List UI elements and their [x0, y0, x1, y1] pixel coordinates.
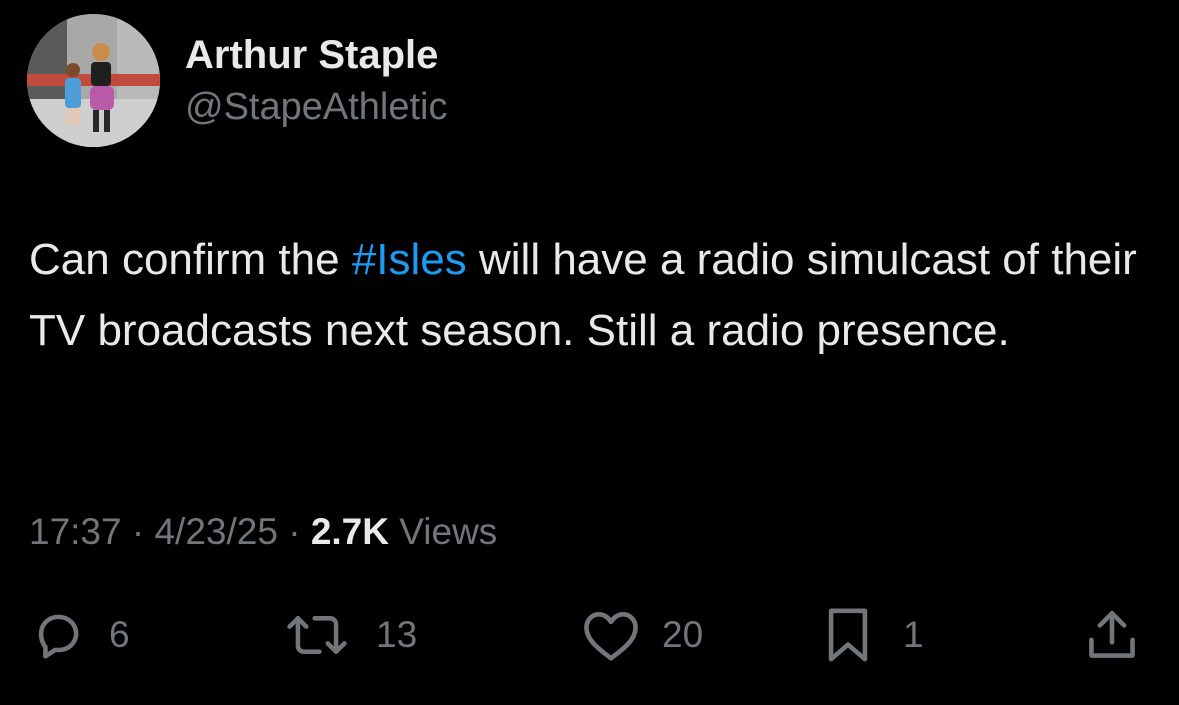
reply-icon [38, 614, 79, 659]
retweet-icon [287, 616, 347, 654]
views-count: 2.7K [310, 511, 389, 552]
bookmark-count: 1 [903, 614, 924, 655]
meta-separator: · [121, 511, 155, 552]
tweet: Arthur Staple @StapeAthletic Can confirm… [0, 0, 1179, 705]
handle[interactable]: @StapeAthletic [185, 84, 448, 130]
views-label: Views [388, 511, 498, 552]
like-count: 20 [662, 614, 704, 655]
share-icon [1089, 610, 1135, 658]
tweet-text: Can confirm the #Isles will have a radio… [29, 224, 1159, 366]
bookmark-icon [828, 608, 868, 662]
meta-separator: · [277, 511, 311, 552]
tweet-time[interactable]: 17:37 [29, 511, 122, 552]
like-button[interactable]: 20 [580, 605, 703, 665]
author-block: Arthur Staple @StapeAthletic [185, 32, 448, 130]
reply-count: 6 [109, 614, 130, 655]
share-button[interactable] [1083, 605, 1141, 665]
heart-icon [584, 612, 638, 661]
avatar-image [27, 14, 160, 147]
bookmark-button[interactable]: 1 [823, 605, 924, 665]
action-bar: 6 13 20 1 [0, 605, 1179, 665]
retweet-button[interactable]: 13 [286, 605, 417, 665]
tweet-text-before: Can confirm the [29, 235, 352, 284]
display-name[interactable]: Arthur Staple [185, 32, 448, 78]
avatar[interactable] [27, 14, 160, 147]
retweet-count: 13 [376, 614, 418, 655]
tweet-date[interactable]: 4/23/25 [154, 511, 277, 552]
hashtag-link[interactable]: #Isles [352, 235, 467, 284]
reply-button[interactable]: 6 [29, 605, 130, 665]
tweet-meta: 17:37 · 4/23/25 · 2.7K Views [29, 510, 497, 554]
